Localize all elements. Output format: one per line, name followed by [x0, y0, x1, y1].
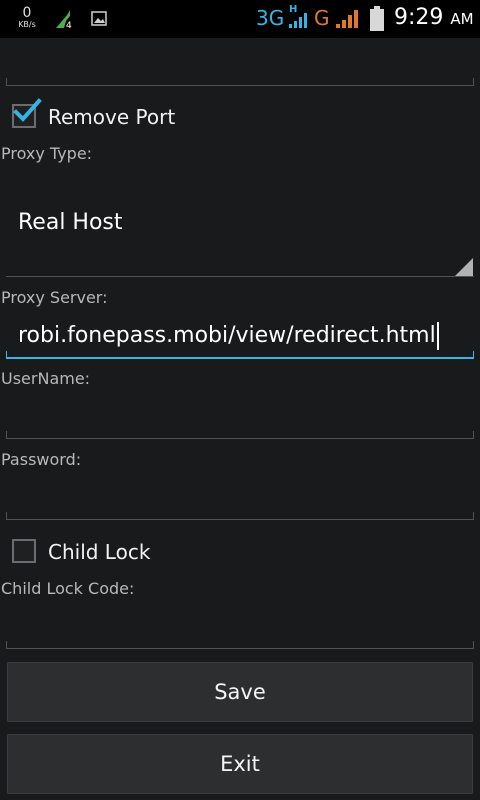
password-label: Password: [1, 450, 82, 469]
username-label: UserName: [1, 369, 91, 388]
network-speed-indicator: 0 KB/s [14, 6, 40, 30]
proxy-type-spinner-underline[interactable] [6, 276, 474, 277]
network-3g-label: 3G [256, 6, 285, 30]
password-input[interactable] [6, 512, 474, 520]
signal-bars-3g-icon [289, 13, 307, 28]
status-bar: 0 KB/s 4 3G H G 9:29 AM [0, 0, 480, 38]
text-cursor [436, 322, 439, 350]
proxy-server-label: Proxy Server: [1, 288, 108, 307]
proxy-server-underline[interactable] [6, 351, 474, 359]
exit-button[interactable]: Exit [7, 734, 473, 794]
dropdown-arrow-icon[interactable] [455, 258, 473, 276]
checkmark-icon [13, 98, 42, 122]
proxy-settings-form: Remove Port Proxy Type: Real Host Proxy … [0, 38, 480, 800]
signal-bars-g-icon [336, 10, 358, 28]
svg-text:4: 4 [66, 21, 72, 30]
child-lock-label[interactable]: Child Lock [48, 540, 150, 564]
proxy-server-value: robi.fonepass.mobi/view/redirect.html [18, 323, 436, 348]
remove-port-checkbox[interactable] [12, 98, 42, 128]
network-g-label: G [314, 6, 330, 30]
proxy-server-input[interactable]: robi.fonepass.mobi/view/redirect.html [18, 322, 439, 350]
image-icon [91, 11, 107, 26]
clock-ampm: AM [450, 10, 474, 28]
child-lock-code-input[interactable] [6, 641, 474, 649]
battery-icon [370, 6, 384, 31]
save-button[interactable]: Save [7, 662, 473, 722]
speed-value: 0 [22, 5, 32, 21]
username-input[interactable] [6, 431, 474, 439]
child-lock-checkbox[interactable] [12, 539, 36, 563]
clock-time: 9:29 [394, 5, 444, 30]
clock: 9:29 AM [394, 5, 474, 30]
proxy-type-label: Proxy Type: [1, 144, 93, 163]
proxy-type-selected-value[interactable]: Real Host [18, 210, 123, 235]
remove-port-label[interactable]: Remove Port [48, 105, 175, 129]
scrolled-field-underline[interactable] [6, 78, 474, 86]
speed-unit: KB/s [18, 20, 36, 29]
child-lock-code-label: Child Lock Code: [1, 579, 135, 598]
signal-4-icon: 4 [56, 10, 72, 30]
